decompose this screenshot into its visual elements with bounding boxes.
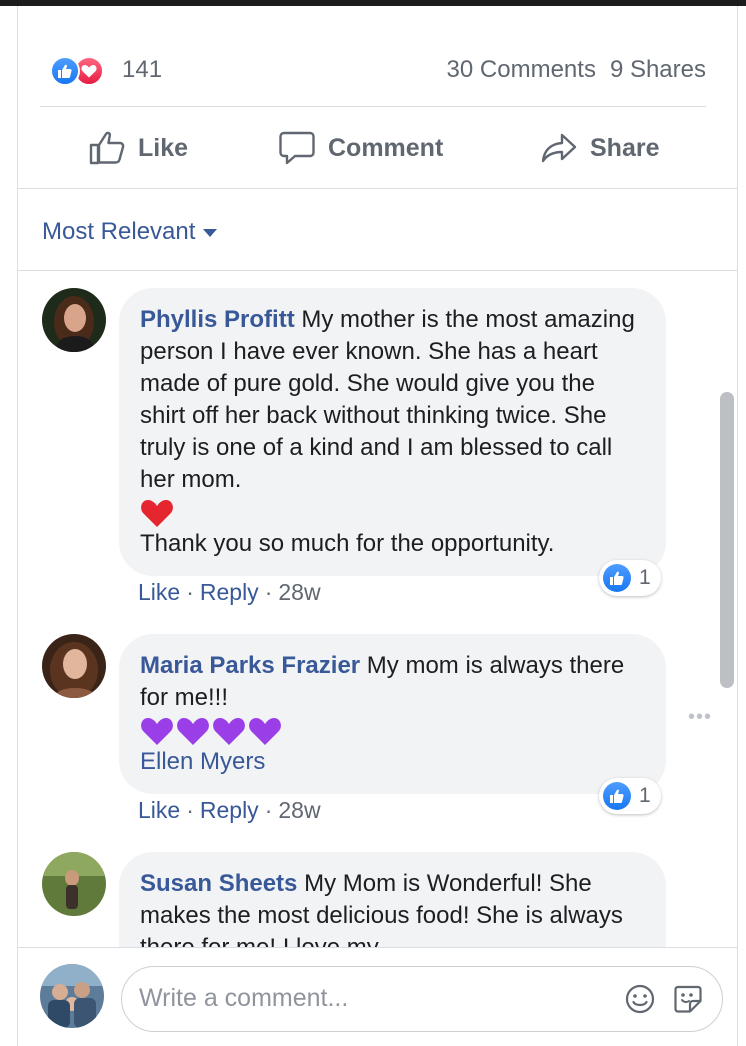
- like-button-label: Like: [138, 133, 189, 162]
- share-button[interactable]: Share: [540, 126, 659, 170]
- more-options-icon[interactable]: •••: [688, 706, 712, 729]
- comment-like-count: 1: [639, 784, 651, 807]
- comment-like-count: 1: [639, 566, 651, 589]
- like-button[interactable]: Like: [88, 126, 188, 170]
- comment-meta: Like · Reply · 28w: [138, 797, 321, 823]
- purple-heart-icon: [249, 718, 281, 745]
- current-user-avatar[interactable]: [40, 964, 104, 1028]
- comment-sort-dropdown[interactable]: Most Relevant: [42, 218, 218, 246]
- scrollbar-thumb[interactable]: [720, 392, 734, 688]
- comment-bubble: Maria Parks Frazier My mom is always the…: [119, 634, 666, 794]
- comment-input-placeholder: Write a comment...: [139, 984, 349, 1012]
- reaction-count[interactable]: 141: [122, 56, 162, 84]
- comment-meta: Like · Reply · 28w: [138, 579, 321, 605]
- divider: [18, 947, 737, 948]
- comment-text-line2: Thank you so much for the opportunity.: [140, 530, 555, 557]
- comment-like-count-badge[interactable]: 1: [599, 560, 661, 596]
- comment-timestamp[interactable]: 28w: [278, 579, 320, 605]
- comment-reply-link[interactable]: Reply: [200, 579, 259, 605]
- comment-bubble: Phyllis Profitt My mother is the most am…: [119, 288, 666, 576]
- comment-author[interactable]: Phyllis Profitt: [140, 306, 295, 333]
- mention-link[interactable]: Ellen Myers: [140, 746, 644, 778]
- share-arrow-icon: [541, 133, 577, 163]
- comment-button[interactable]: Comment: [278, 126, 443, 170]
- purple-heart-icon: [213, 718, 245, 745]
- emoji-icon[interactable]: [624, 983, 656, 1015]
- avatar[interactable]: [42, 852, 106, 916]
- share-button-label: Share: [590, 133, 660, 162]
- purple-heart-icon: [177, 718, 209, 745]
- like-reaction-icon: [603, 782, 631, 810]
- panel-right-gutter: [738, 6, 746, 1046]
- chevron-down-icon: [203, 229, 218, 237]
- divider: [40, 106, 706, 107]
- shares-count-link[interactable]: 9 Shares: [610, 56, 706, 83]
- divider: [18, 188, 737, 189]
- comment-timestamp[interactable]: 28w: [278, 797, 320, 823]
- comment-author[interactable]: Susan Sheets: [140, 870, 297, 897]
- comment-bubble: Susan Sheets My Mom is Wonderful! She ma…: [119, 852, 666, 947]
- avatar[interactable]: [42, 288, 106, 352]
- comments-count-link[interactable]: 30 Comments: [447, 56, 596, 83]
- comment-like-count-badge[interactable]: 1: [599, 778, 661, 814]
- window-top-edge: [0, 0, 746, 6]
- comment-reply-link[interactable]: Reply: [200, 797, 259, 823]
- comment-text: My mother is the most amazing person I h…: [140, 306, 635, 493]
- comment-button-label: Comment: [328, 133, 444, 162]
- like-reaction-icon: [50, 56, 80, 86]
- comment-share-counts: 30 Comments 9 Shares: [447, 56, 706, 84]
- sticker-icon[interactable]: [672, 983, 704, 1015]
- reaction-icons[interactable]: [50, 56, 120, 86]
- like-reaction-icon: [603, 564, 631, 592]
- comment-bubble-icon: [279, 131, 315, 165]
- comment-like-link[interactable]: Like: [138, 797, 180, 823]
- comment-author[interactable]: Maria Parks Frazier: [140, 652, 360, 679]
- comment-like-link[interactable]: Like: [138, 579, 180, 605]
- comment-input[interactable]: Write a comment...: [121, 966, 723, 1032]
- comments-list: Phyllis Profitt My mother is the most am…: [18, 271, 737, 947]
- red-heart-icon: [141, 500, 173, 527]
- reaction-stats-row: 141 30 Comments 9 Shares: [40, 50, 706, 90]
- thumbs-up-icon: [89, 131, 125, 165]
- purple-heart-icon: [141, 718, 173, 745]
- purple-hearts: [140, 716, 644, 746]
- avatar[interactable]: [42, 634, 106, 698]
- sort-label: Most Relevant: [42, 218, 196, 245]
